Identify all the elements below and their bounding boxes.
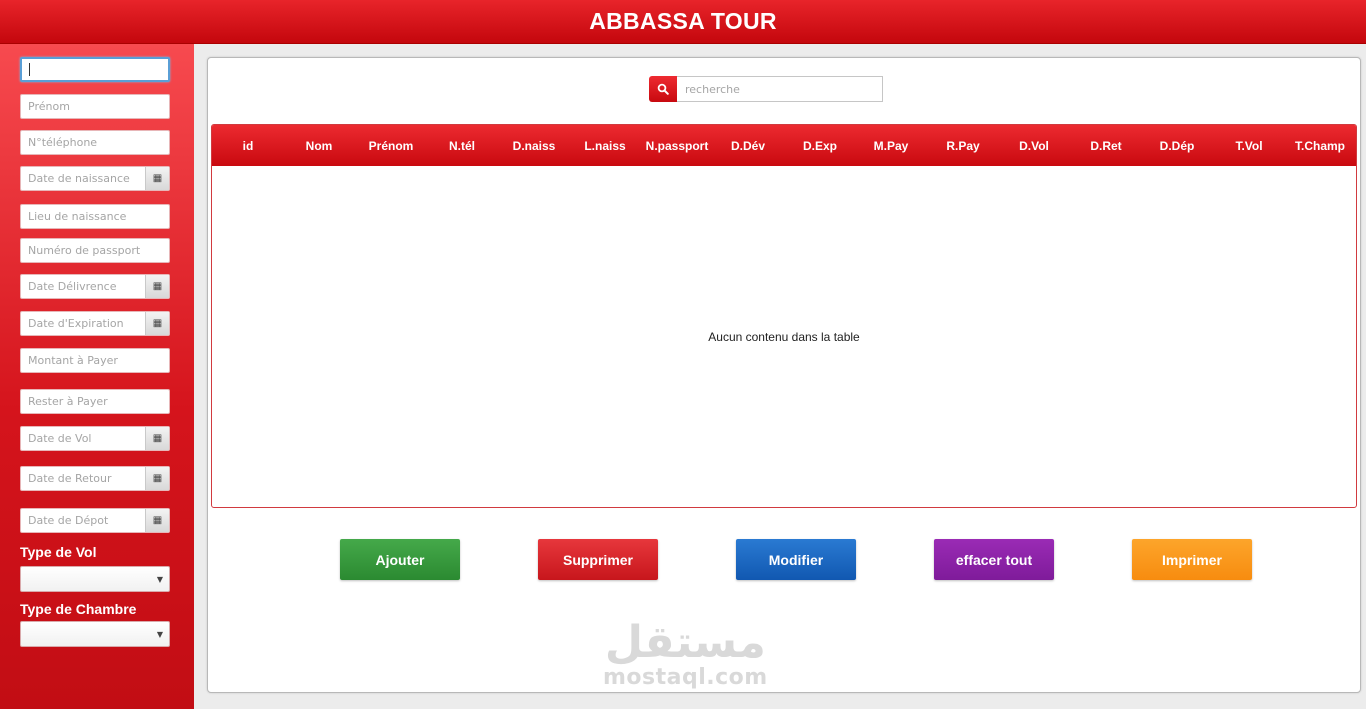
column-header[interactable]: D.Dép: [1160, 139, 1195, 153]
search-bar: recherche: [649, 76, 883, 102]
column-header[interactable]: T.Champ: [1295, 139, 1345, 153]
column-header[interactable]: M.Pay: [874, 139, 909, 153]
column-header[interactable]: N.tél: [449, 139, 475, 153]
prenom-input[interactable]: Prénom: [20, 94, 170, 119]
table-empty-message: Aucun contenu dans la table: [708, 330, 860, 344]
column-header[interactable]: T.Vol: [1235, 139, 1262, 153]
search-button[interactable]: [649, 76, 677, 102]
column-header[interactable]: L.naiss: [584, 139, 625, 153]
date-expiration-picker[interactable]: Date d'Expiration ▦: [20, 311, 170, 336]
calendar-icon[interactable]: ▦: [145, 467, 169, 490]
sidebar-form: Prénom N°téléphone Date de naissance ▦ L…: [0, 44, 194, 709]
text-caret: [29, 63, 30, 76]
date-vol-picker[interactable]: Date de Vol ▦: [20, 426, 170, 451]
edit-button[interactable]: Modifier: [736, 539, 856, 580]
telephone-input[interactable]: N°téléphone: [20, 130, 170, 155]
lieu-naissance-input[interactable]: Lieu de naissance: [20, 204, 170, 229]
app-header: ABBASSA TOUR: [0, 0, 1366, 44]
date-naissance-picker[interactable]: Date de naissance ▦: [20, 166, 170, 191]
search-icon: [657, 83, 669, 95]
delete-button[interactable]: Supprimer: [538, 539, 658, 580]
add-button[interactable]: Ajouter: [340, 539, 460, 580]
app-title: ABBASSA TOUR: [589, 8, 777, 34]
calendar-icon[interactable]: ▦: [145, 312, 169, 335]
column-header[interactable]: D.naiss: [513, 139, 556, 153]
calendar-icon[interactable]: ▦: [145, 275, 169, 298]
type-chambre-select[interactable]: ▼: [20, 621, 170, 647]
column-header[interactable]: D.Ret: [1090, 139, 1121, 153]
montant-input[interactable]: Montant à Payer: [20, 348, 170, 373]
column-header[interactable]: D.Dév: [731, 139, 765, 153]
calendar-icon[interactable]: ▦: [145, 427, 169, 450]
calendar-icon[interactable]: ▦: [145, 509, 169, 532]
clear-all-button[interactable]: effacer tout: [934, 539, 1054, 580]
column-header[interactable]: D.Exp: [803, 139, 837, 153]
chevron-down-icon: ▼: [156, 629, 163, 639]
calendar-icon[interactable]: ▦: [145, 167, 169, 190]
table-header: id Nom Prénom N.tél D.naiss L.naiss N.pa…: [212, 125, 1356, 166]
date-retour-picker[interactable]: Date de Retour ▦: [20, 466, 170, 491]
nom-input[interactable]: [20, 57, 170, 82]
column-header[interactable]: N.passport: [646, 139, 709, 153]
watermark-latin: mostaql.com: [603, 665, 768, 690]
column-header[interactable]: Nom: [306, 139, 333, 153]
column-header[interactable]: Prénom: [369, 139, 414, 153]
type-chambre-label: Type de Chambre: [20, 601, 137, 617]
chevron-down-icon: ▼: [156, 574, 163, 584]
column-header[interactable]: D.Vol: [1019, 139, 1049, 153]
print-button[interactable]: Imprimer: [1132, 539, 1252, 580]
search-input[interactable]: recherche: [677, 76, 883, 102]
main-panel: recherche id Nom Prénom N.tél D.naiss L.…: [207, 57, 1361, 693]
passport-input[interactable]: Numéro de passport: [20, 238, 170, 263]
column-header[interactable]: id: [243, 139, 254, 153]
type-vol-label: Type de Vol: [20, 544, 97, 560]
clients-table[interactable]: id Nom Prénom N.tél D.naiss L.naiss N.pa…: [211, 124, 1357, 508]
date-depot-picker[interactable]: Date de Dépot ▦: [20, 508, 170, 533]
date-delivrence-picker[interactable]: Date Délivrence ▦: [20, 274, 170, 299]
column-header[interactable]: R.Pay: [946, 139, 979, 153]
type-vol-select[interactable]: ▼: [20, 566, 170, 592]
watermark: مستقل mostaql.com: [603, 617, 768, 690]
watermark-arabic: مستقل: [604, 617, 766, 668]
rester-input[interactable]: Rester à Payer: [20, 389, 170, 414]
